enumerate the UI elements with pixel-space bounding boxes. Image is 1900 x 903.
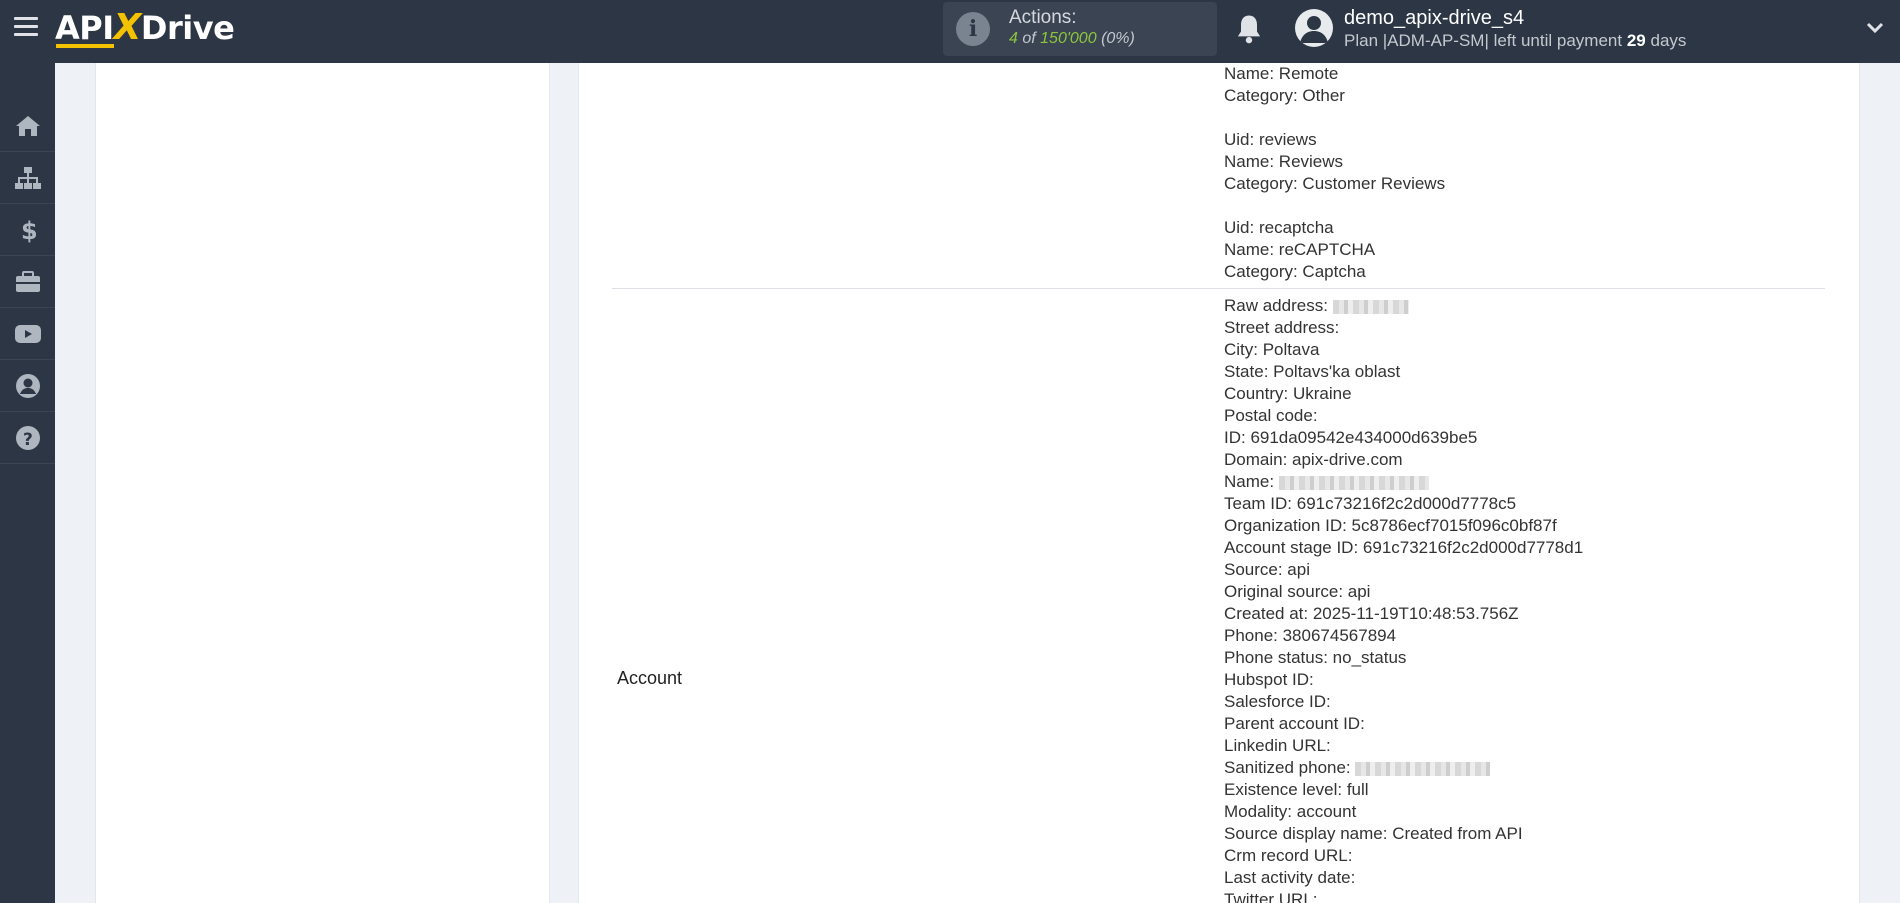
bell-icon[interactable] [1234,13,1264,45]
logo[interactable]: APIXDrive [55,7,235,48]
account-field: Salesforce ID: [1224,692,1331,711]
help-icon: ? [15,425,40,450]
account-field: Twitter URL: [1224,890,1318,903]
account-field: Street address: [1224,318,1340,337]
account-field: Created at: 2025-11-19T10:48:53.756Z [1224,604,1519,623]
chevron-down-icon[interactable] [1865,18,1885,38]
account-field: State: Poltavs'ka oblast [1224,362,1401,381]
account-field: Crm record URL: [1224,846,1353,865]
account-field: Account stage ID: 691c73216f2c2d000d7778… [1224,538,1584,557]
redacted-value [1355,761,1491,776]
field-text: Category: Other [1224,86,1345,105]
briefcase-icon [15,270,40,292]
account-field: Last activity date: [1224,868,1356,887]
sidebar-item-help[interactable]: ? [0,412,55,464]
sidebar-item-billing[interactable]: $ [0,204,55,256]
field-text: Name: Reviews [1224,152,1344,171]
account-field: Source display name: Created from API [1224,824,1523,843]
account-field: Parent account ID: [1224,714,1365,733]
sidebar-item-connections[interactable] [0,152,55,204]
menu-icon[interactable] [14,17,38,37]
account-field: City: Poltava [1224,340,1320,359]
sidebar-item-home[interactable] [0,100,55,152]
account-field: Existence level: full [1224,780,1369,799]
top-bar: APIXDrive i Actions: 4 of 150'000 (0%) d… [0,0,1900,63]
row-label-account: Account [617,668,683,688]
account-field: Sanitized phone: [1224,757,1491,779]
sidebar: $ ? [0,63,55,903]
field-text: Name: reCAPTCHA [1224,240,1376,259]
actions-label: Actions: [1009,7,1077,28]
account-field: Hubspot ID: [1224,670,1314,689]
svg-text:$: $ [21,217,37,243]
account-field: Domain: apix-drive.com [1224,450,1403,469]
field-text: Name: Remote [1224,64,1339,83]
plan-info: Plan |ADM-AP-SM| left until payment 29 d… [1344,31,1687,50]
svg-text:?: ? [23,430,33,450]
field-text: Uid: reviews [1224,130,1317,149]
field-text: Category: Captcha [1224,262,1366,281]
account-field: Phone status: no_status [1224,648,1407,667]
user-circle-icon [15,373,40,398]
account-field: Phone: 380674567894 [1224,626,1397,645]
sitemap-icon [14,166,41,189]
account-field: Original source: api [1224,582,1371,601]
data-table-panel [578,63,1860,903]
youtube-icon [14,324,41,343]
actions-counter: i Actions: 4 of 150'000 (0%) [943,2,1217,56]
account-field: Country: Ukraine [1224,384,1352,403]
account-field: Postal code: [1224,406,1318,425]
account-field: Raw address: [1224,295,1409,317]
user-name[interactable]: demo_apix-drive_s4 [1344,7,1524,30]
account-field: Modality: account [1224,802,1357,821]
avatar[interactable] [1295,9,1333,47]
sidebar-item-video[interactable] [0,308,55,360]
redacted-value [1278,475,1429,490]
left-panel [95,63,550,903]
account-field: Source: api [1224,560,1310,579]
dollar-icon: $ [21,217,37,243]
redacted-value [1332,299,1409,314]
account-field: Organization ID: 5c8786ecf7015f096c0bf87… [1224,516,1557,535]
info-icon: i [956,12,990,46]
sidebar-item-profile[interactable] [0,360,55,412]
account-field: Team ID: 691c73216f2c2d000d7778c5 [1224,494,1517,513]
sidebar-item-services[interactable] [0,256,55,308]
account-field: ID: 691da09542e434000d639be5 [1224,428,1478,447]
field-text: Category: Customer Reviews [1224,174,1446,193]
actions-value: 4 of 150'000 (0%) [1009,30,1135,47]
logo-underline [56,44,114,48]
row-divider [612,288,1825,289]
field-text: Uid: recaptcha [1224,218,1334,237]
account-field: Name: [1224,471,1429,493]
home-icon [15,115,40,136]
account-field: Linkedin URL: [1224,736,1331,755]
